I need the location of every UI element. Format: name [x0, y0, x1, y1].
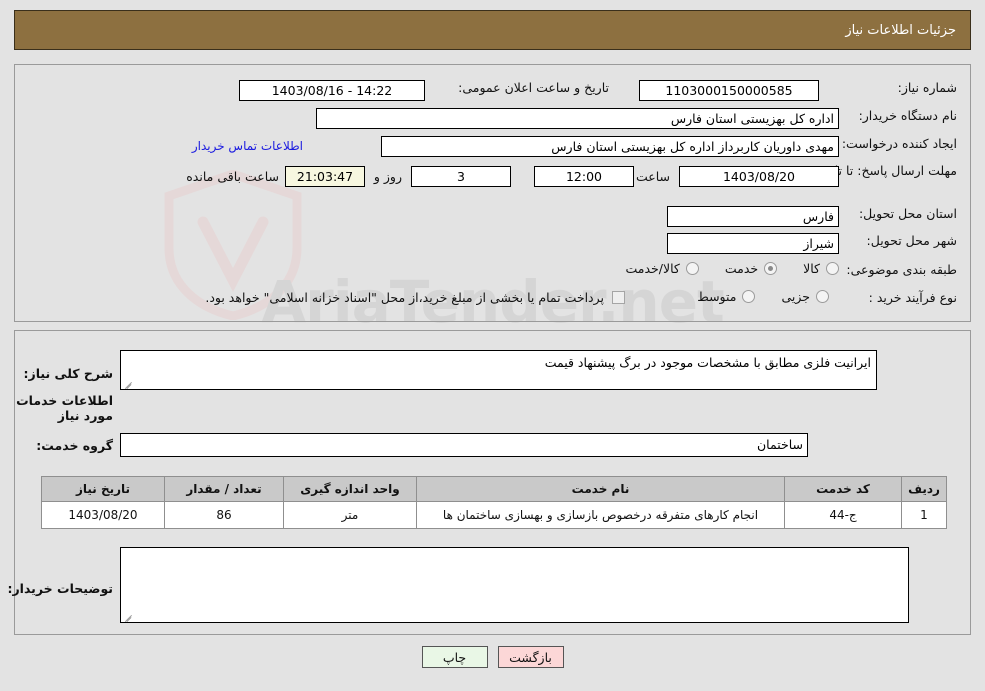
- col-header-radif: ردیف: [901, 476, 947, 502]
- need-summary-panel: [14, 64, 971, 322]
- need-number-row: شماره نیاز:: [898, 80, 957, 95]
- radio-kala-icon[interactable]: [826, 262, 839, 275]
- delivery-province-value[interactable]: فارس: [667, 206, 839, 227]
- delivery-city-label: شهر محل تحویل:: [866, 233, 957, 248]
- buyer-org-label: نام دستگاه خریدار:: [858, 108, 957, 123]
- announce-datetime-label: تاریخ و ساعت اعلان عمومی:: [458, 80, 609, 95]
- remaining-days-label: روز و: [373, 169, 402, 184]
- treasury-checkbox-row[interactable]: پرداخت تمام یا بخشی از مبلغ خرید،از محل …: [205, 290, 625, 305]
- remaining-hours-label: ساعت باقی مانده: [186, 169, 279, 184]
- deadline-label-row: مهلت ارسال پاسخ: تا تاریخ:: [812, 163, 957, 178]
- deadline-hour-label: ساعت: [635, 169, 670, 184]
- city-row: شهر محل تحویل:: [867, 233, 957, 248]
- need-number-value[interactable]: 1103000150000585: [639, 80, 819, 101]
- category-option-label-0: کالا: [803, 261, 820, 276]
- service-group-label: گروه خدمت:: [36, 438, 113, 453]
- services-table-wrap: ردیف کد خدمت نام خدمت واحد اندازه گیری ت…: [41, 476, 947, 529]
- buyer-notes-label-wrap: توضیحات خریدار:: [7, 581, 113, 596]
- days-label-wrap: روز و: [374, 169, 402, 184]
- deadline-date-value[interactable]: 1403/08/20: [679, 166, 839, 187]
- buyer-notes-label: توضیحات خریدار:: [7, 581, 113, 596]
- col-header-unit: واحد اندازه گیری: [283, 476, 417, 502]
- deadline-label: مهلت ارسال پاسخ: تا تاریخ:: [812, 163, 957, 178]
- window-title-bar: جزئیات اطلاعات نیاز: [14, 10, 971, 50]
- back-button[interactable]: بازگشت: [497, 646, 564, 668]
- announce-label-row: تاریخ و ساعت اعلان عمومی:: [458, 80, 609, 95]
- delivery-city-value[interactable]: شیراز: [667, 233, 839, 254]
- need-number-label: شماره نیاز:: [897, 80, 957, 95]
- process-option-label-0: جزیی: [781, 289, 810, 304]
- province-row: استان محل تحویل:: [859, 206, 957, 221]
- announce-datetime-value[interactable]: 14:22 - 1403/08/16: [239, 80, 425, 101]
- cell-unit: متر: [283, 501, 417, 529]
- creator-row: ایجاد کننده درخواست:: [842, 136, 957, 151]
- general-desc-label: شرح کلی نیاز:: [23, 366, 113, 381]
- resize-grip-icon[interactable]: [123, 378, 133, 388]
- buyer-contact-link[interactable]: اطلاعات تماس خریدار: [192, 139, 303, 153]
- resize-grip-icon[interactable]: [123, 611, 133, 621]
- radio-motavaset-icon[interactable]: [742, 290, 756, 303]
- category-row: طبقه بندی موضوعی:: [846, 262, 957, 277]
- buyer-org-row: نام دستگاه خریدار:: [859, 108, 957, 123]
- creator-value[interactable]: مهدی داوریان کاربرداز اداره کل بهزیستی ا…: [381, 136, 839, 157]
- creator-label: ایجاد کننده درخواست:: [841, 136, 957, 151]
- category-option-kala[interactable]: کالا: [803, 261, 839, 276]
- col-header-quantity: تعداد / مقدار: [164, 476, 284, 502]
- col-header-need-date: تاریخ نیاز: [41, 476, 165, 502]
- general-desc-value: ایرانیت فلزی مطابق با مشخصات موجود در بر…: [544, 355, 871, 370]
- remaining-days-value[interactable]: 3: [411, 166, 511, 187]
- cell-quantity: 86: [164, 501, 284, 529]
- general-desc-textarea[interactable]: ایرانیت فلزی مطابق با مشخصات موجود در بر…: [120, 350, 877, 390]
- category-options: کالا خدمت کالا/خدمت: [625, 261, 839, 276]
- purchase-process-label: نوع فرآیند خرید :: [868, 290, 957, 305]
- category-option-khedmat[interactable]: خدمت: [724, 261, 778, 276]
- service-group-label-wrap: گروه خدمت:: [36, 438, 113, 453]
- buyer-notes-textarea[interactable]: [120, 547, 909, 623]
- cell-service-code: ج-44: [784, 501, 902, 529]
- remaining-hours-label-wrap: ساعت باقی مانده: [186, 169, 279, 184]
- print-button[interactable]: چاپ: [421, 646, 488, 668]
- process-option-label-1: متوسط: [697, 289, 737, 304]
- treasury-checkbox-label: پرداخت تمام یا بخشی از مبلغ خرید،از محل …: [205, 290, 604, 305]
- radio-khedmat-icon[interactable]: [764, 262, 778, 275]
- services-table: ردیف کد خدمت نام خدمت واحد اندازه گیری ت…: [41, 476, 947, 529]
- radio-jozee-icon[interactable]: [816, 290, 829, 303]
- process-options: جزیی متوسط: [697, 289, 829, 304]
- process-option-motavaset[interactable]: متوسط: [697, 289, 756, 304]
- service-group-value[interactable]: ساختمان: [120, 433, 808, 457]
- deadline-time-value[interactable]: 12:00: [534, 166, 634, 187]
- table-header-row: ردیف کد خدمت نام خدمت واحد اندازه گیری ت…: [41, 476, 947, 502]
- category-option-kala-khedmat[interactable]: کالا/خدمت: [625, 261, 699, 276]
- subject-category-label: طبقه بندی موضوعی:: [846, 262, 957, 277]
- buyer-org-value[interactable]: اداره کل بهزیستی استان فارس: [316, 108, 839, 129]
- col-header-service-code: کد خدمت: [784, 476, 902, 502]
- process-option-jozee[interactable]: جزیی: [781, 289, 829, 304]
- cell-service-name: انجام کارهای متفرقه درخصوص بازسازی و بهس…: [416, 501, 785, 529]
- hour-label-wrap: ساعت: [636, 169, 670, 184]
- general-desc-label-wrap: شرح کلی نیاز:: [24, 366, 113, 381]
- radio-kala-khedmat-icon[interactable]: [685, 262, 699, 275]
- category-option-label-1: خدمت: [724, 261, 759, 276]
- buyer-contact-link-wrap: اطلاعات تماس خریدار: [192, 139, 303, 153]
- category-option-label-2: کالا/خدمت: [625, 261, 680, 276]
- delivery-province-label: استان محل تحویل:: [858, 206, 957, 221]
- page-title: جزئیات اطلاعات نیاز: [845, 22, 956, 38]
- countdown-timer-value: 21:03:47: [285, 166, 365, 187]
- col-header-service-name: نام خدمت: [416, 476, 785, 502]
- services-section-title: اطلاعات خدمات مورد نیاز: [16, 393, 113, 423]
- treasury-checkbox-icon[interactable]: [612, 291, 625, 304]
- action-button-bar: بازگشت چاپ: [0, 646, 985, 668]
- table-row: 1 ج-44 انجام کارهای متفرقه درخصوص بازساز…: [41, 501, 947, 529]
- cell-need-date: 1403/08/20: [41, 501, 165, 529]
- cell-radif: 1: [901, 501, 947, 529]
- process-row: نوع فرآیند خرید :: [869, 290, 957, 305]
